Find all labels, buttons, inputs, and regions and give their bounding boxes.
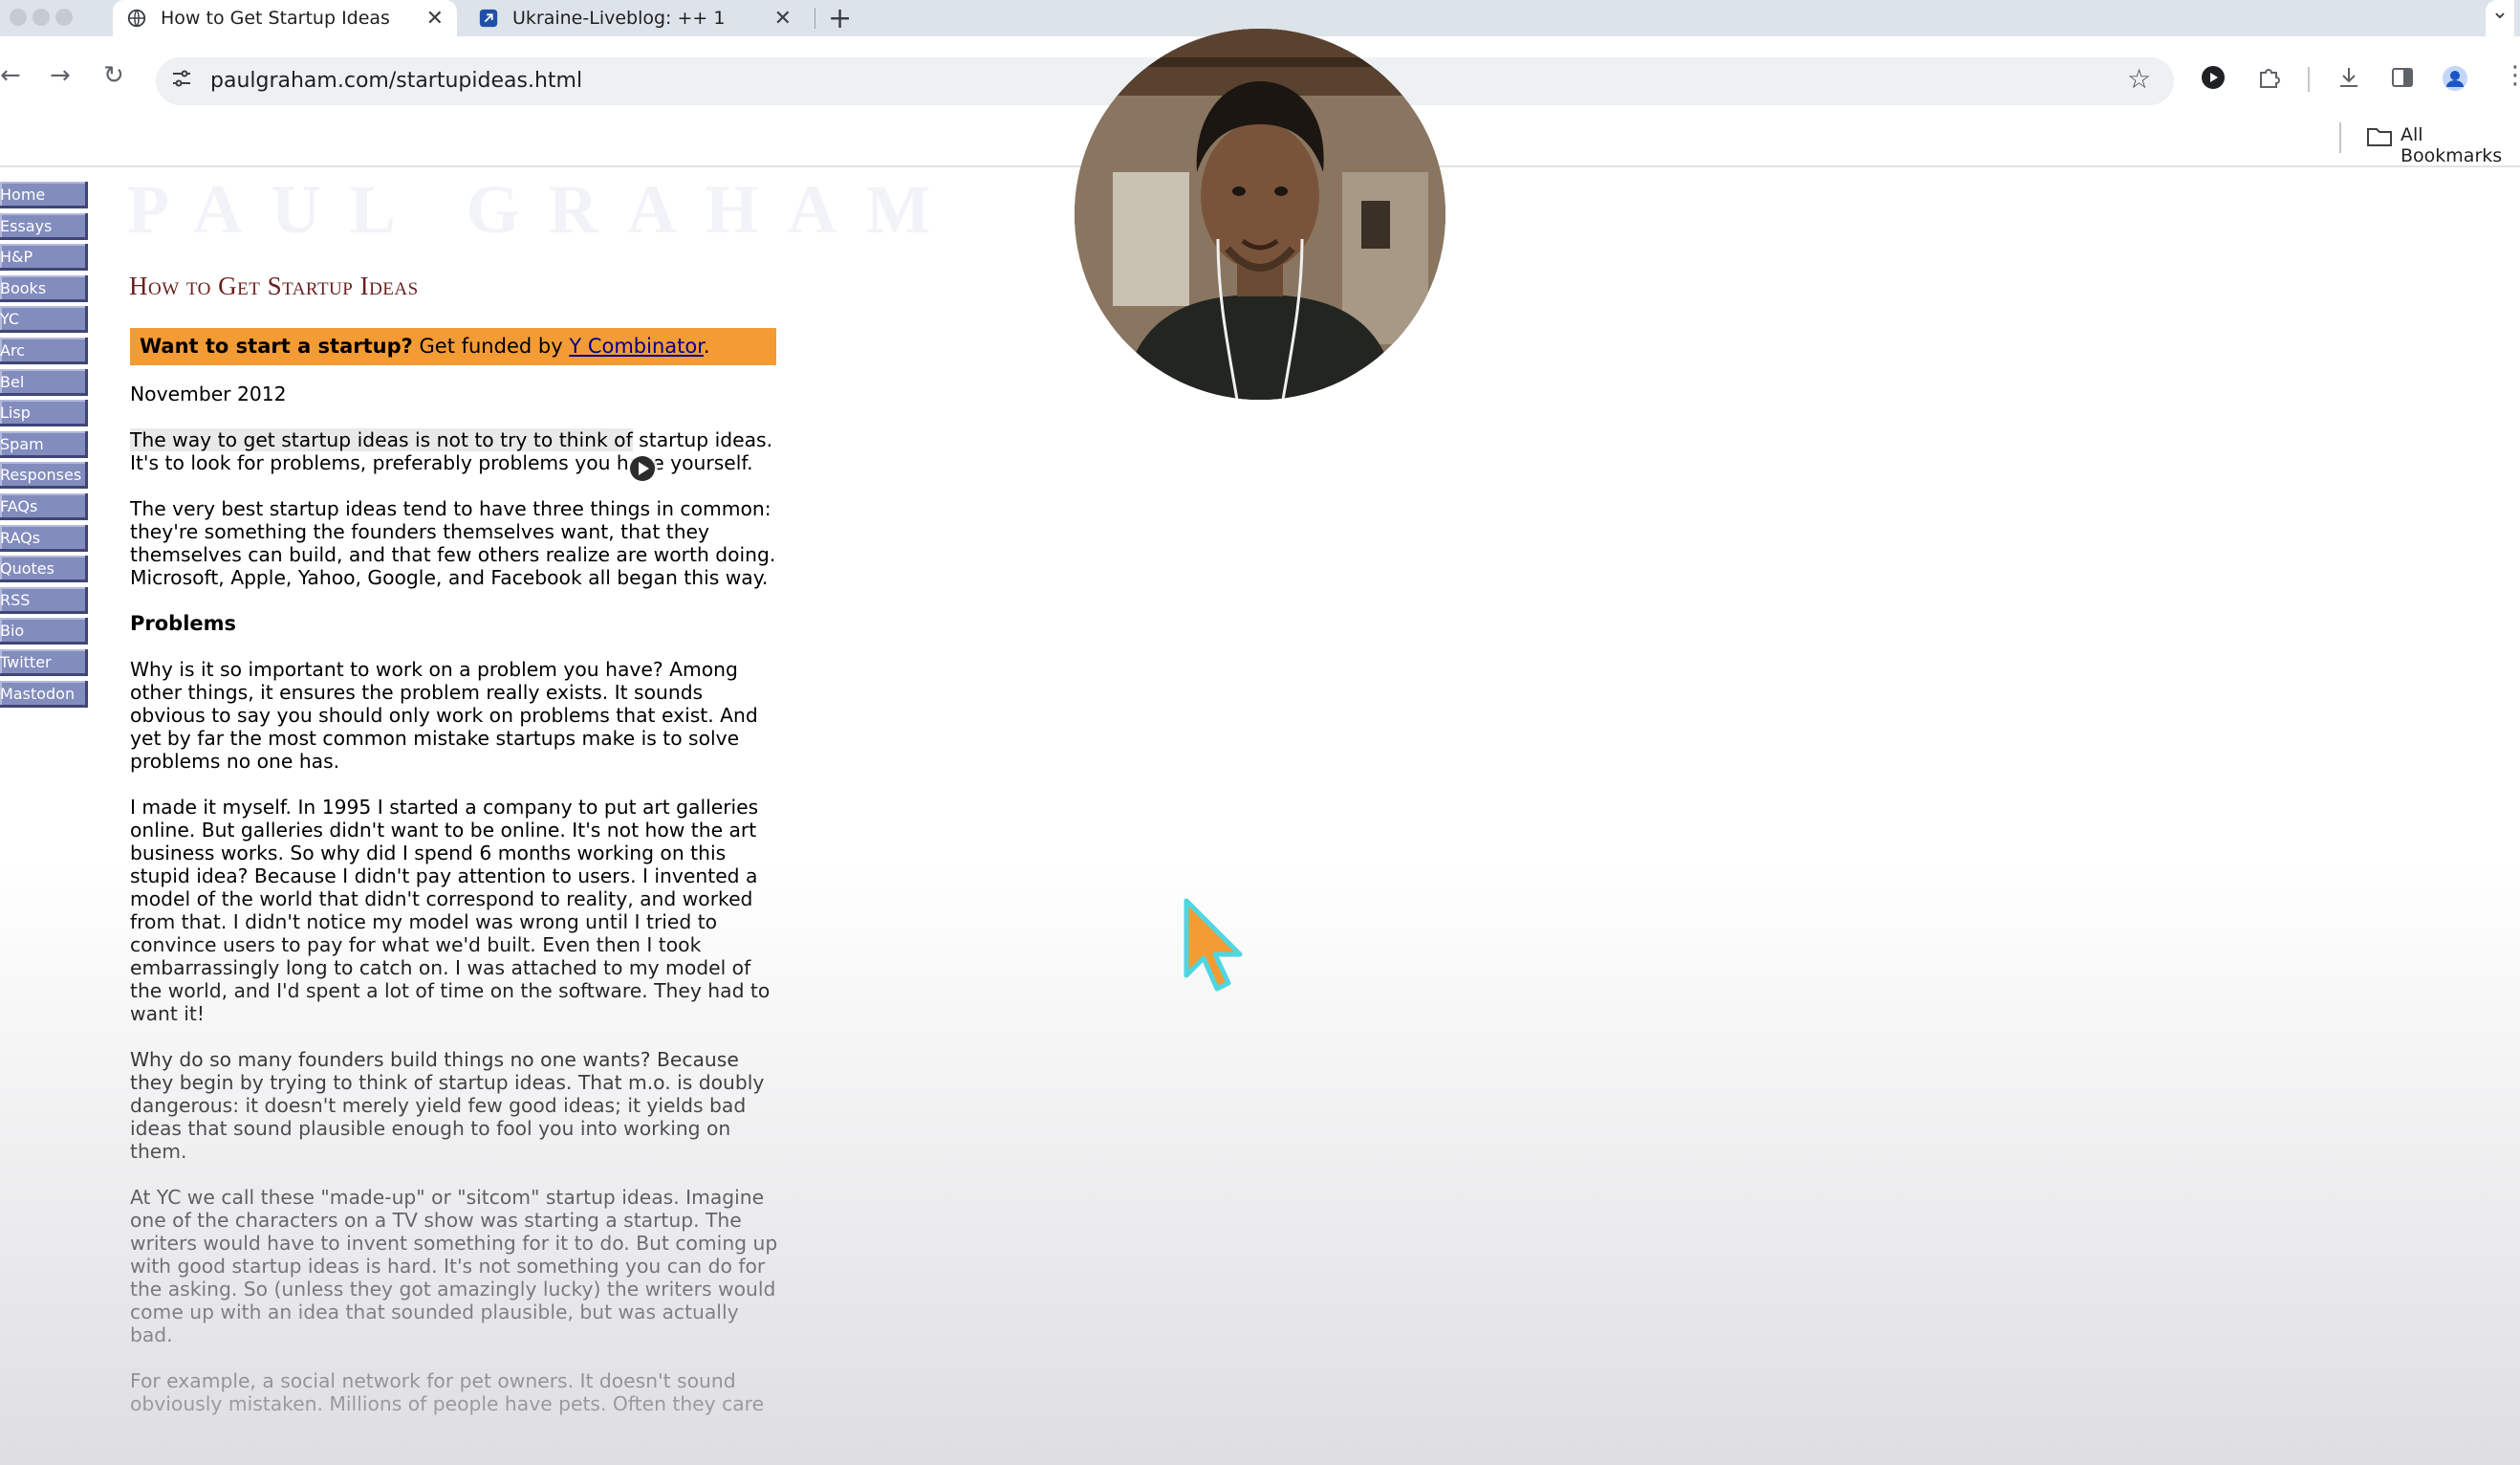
banner-end: .	[703, 335, 710, 358]
essay-paragraph: Why is it so important to work on a prob…	[130, 658, 758, 773]
site-info-icon[interactable]	[170, 67, 193, 90]
nav-item-bio[interactable]: Bio	[0, 618, 88, 645]
url-text[interactable]: paulgraham.com/startupideas.html	[210, 69, 582, 93]
close-tab-icon[interactable]: ✕	[426, 7, 444, 31]
globe-icon	[127, 9, 146, 28]
window-zoom-button[interactable]	[55, 9, 73, 26]
folder-icon	[2367, 128, 2392, 146]
essay-title: How to Get Startup Ideas	[129, 272, 419, 300]
bookmark-star-icon[interactable]: ☆	[2127, 63, 2151, 95]
banner-text: Get funded by	[412, 335, 570, 358]
more-menu-icon[interactable]: ⋮	[2503, 61, 2520, 90]
essay-paragraph: For example, a social network for pet ow…	[130, 1369, 765, 1415]
essay-paragraph: The way to get startup ideas is not to t…	[130, 428, 784, 474]
highlighted-text: The way to get startup ideas is not to t…	[130, 428, 633, 451]
site-logo[interactable]: PAUL GRAHAM	[127, 170, 960, 250]
essay-paragraph: Why do so many founders build things no …	[130, 1048, 765, 1163]
nav-item-bel[interactable]: Bel	[0, 368, 88, 396]
bookmarks-divider	[2339, 122, 2341, 153]
essay-body: November 2012 The way to get startup ide…	[130, 383, 784, 1438]
new-tab-button[interactable]: +	[828, 2, 852, 35]
essay-paragraph: I made it myself. In 1995 I started a co…	[130, 796, 771, 1025]
extensions-puzzle-icon[interactable]	[2256, 65, 2281, 90]
nav-item-mastodon[interactable]: Mastodon	[0, 680, 88, 708]
nav-item-spam[interactable]: Spam	[0, 430, 88, 458]
close-tab-icon[interactable]: ✕	[774, 7, 792, 31]
nav-item-books[interactable]: Books	[0, 274, 88, 302]
news-favicon-icon	[479, 9, 498, 28]
window-minimize-button[interactable]	[33, 9, 50, 26]
webcam-overlay	[1075, 29, 1445, 400]
nav-item-home[interactable]: Home	[0, 182, 88, 208]
tab-search-chevron-icon[interactable]: ⌄	[2486, 0, 2514, 36]
nav-item-lisp[interactable]: Lisp	[0, 400, 88, 427]
nav-item-faqs[interactable]: FAQs	[0, 492, 88, 520]
side-panel-icon[interactable]	[2390, 65, 2415, 90]
mouse-cursor-icon	[1184, 898, 1243, 992]
essay-date: November 2012	[130, 383, 287, 405]
nav-item-yc[interactable]: YC	[0, 306, 88, 334]
essay-paragraph: At YC we call these "made-up" or "sitcom…	[130, 1186, 778, 1346]
banner-bold-text: Want to start a startup?	[140, 335, 413, 358]
essay-paragraph: The very best startup ideas tend to have…	[130, 497, 776, 589]
window-close-button[interactable]	[10, 9, 27, 26]
tab-title: How to Get Startup Ideas	[161, 8, 390, 29]
yc-banner: Want to start a startup? Get funded by Y…	[130, 328, 776, 365]
y-combinator-link[interactable]: Y Combinator	[569, 335, 704, 358]
nav-item-raqs[interactable]: RAQs	[0, 524, 88, 552]
nav-item-responses[interactable]: Responses	[0, 462, 88, 490]
play-circle-icon[interactable]	[626, 452, 659, 485]
site-nav: Home Essays H&P Books YC Arc Bel Lisp Spam Respon…	[0, 182, 88, 711]
tab-startup-ideas[interactable]: How to Get Startup Ideas ✕	[113, 0, 457, 36]
media-play-icon[interactable]	[2201, 65, 2226, 90]
download-icon[interactable]	[2336, 65, 2361, 90]
nav-item-h-p[interactable]: H&P	[0, 244, 88, 272]
section-heading-problems: Problems	[130, 612, 237, 635]
presenter-video-icon	[1075, 29, 1445, 400]
reload-icon[interactable]: ↻	[103, 61, 124, 90]
nav-item-twitter[interactable]: Twitter	[0, 648, 88, 676]
profile-avatar-icon[interactable]	[2442, 65, 2468, 92]
tab-title: Ukraine-Liveblog: ++ 100 ukr	[512, 8, 725, 29]
all-bookmarks-button[interactable]: All Bookmarks	[2401, 124, 2520, 166]
tab-ukraine-liveblog[interactable]: Ukraine-Liveblog: ++ 100 ukr ✕	[465, 0, 805, 36]
nav-item-arc[interactable]: Arc	[0, 337, 88, 364]
forward-arrow-icon[interactable]: →	[50, 61, 71, 90]
nav-item-quotes[interactable]: Quotes	[0, 556, 88, 583]
back-arrow-icon[interactable]: ←	[0, 61, 21, 90]
nav-item-rss[interactable]: RSS	[0, 586, 88, 614]
nav-item-essays[interactable]: Essays	[0, 212, 88, 240]
toolbar-divider	[2308, 67, 2310, 92]
